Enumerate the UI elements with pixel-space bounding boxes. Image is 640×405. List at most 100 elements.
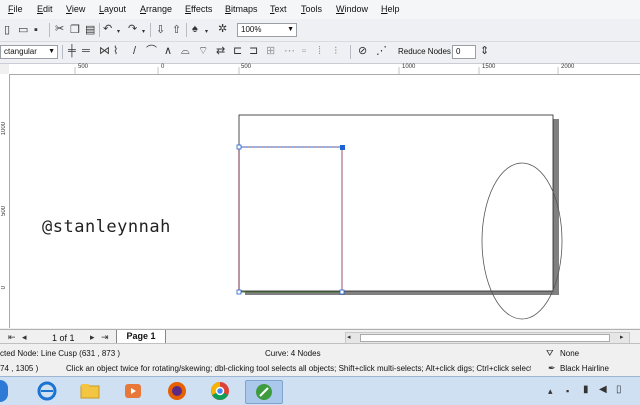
menu-layout[interactable]: Layout [99, 4, 126, 14]
firefox-button[interactable] [162, 380, 192, 402]
import-icon[interactable]: ⇩ [156, 24, 165, 36]
undo-dropdown-icon[interactable]: ▾ [117, 26, 120, 38]
to-line-icon[interactable]: / [133, 45, 136, 57]
menu-help[interactable]: Help [381, 4, 400, 14]
select-all-nodes-icon[interactable]: ⊘ [358, 45, 367, 57]
horizontal-ruler[interactable]: 500 0 500 1000 1500 2000 [9, 64, 640, 75]
menu-view[interactable]: View [66, 4, 85, 14]
menu-edit[interactable]: Edit [37, 4, 53, 14]
elastic-mode-icon[interactable]: ⁝ [334, 45, 338, 57]
fill-status: None [560, 349, 580, 358]
ruler-label: 0 [1, 286, 7, 290]
tray-app-icon[interactable]: ▪ [566, 385, 569, 397]
menu-tools[interactable]: Tools [301, 4, 322, 14]
next-page-icon[interactable]: ▸ [90, 331, 95, 343]
to-curve-icon[interactable]: ⌒ [146, 45, 157, 57]
menu-arrange[interactable]: Arrange [140, 4, 172, 14]
redo-dropdown-icon[interactable]: ▾ [142, 26, 145, 38]
export-icon[interactable]: ⇧ [172, 24, 181, 36]
volume-icon[interactable]: ◀ [599, 384, 607, 396]
cusp-node-icon[interactable]: ∧ [164, 45, 172, 57]
redo-icon[interactable]: ↷ [128, 23, 137, 35]
node-edit-icon[interactable]: ⋰ [376, 45, 387, 57]
vertical-ruler[interactable]: 1000 500 0 [0, 74, 10, 328]
corel-online-icon[interactable]: ✲ [218, 23, 227, 35]
fill-bucket-icon: ⛛ [546, 348, 554, 358]
delete-node-icon[interactable]: ═ [82, 45, 90, 57]
undo-icon[interactable]: ↶ [103, 23, 112, 35]
reduce-nodes-stepper-icon[interactable]: ⇕ [480, 45, 489, 57]
page-navigator-bar: ⇤ ◂ 1 of 1 ▸ ⇥ Page 1 ◂ ▸ [0, 329, 640, 344]
open-folder-icon[interactable]: ▭ [18, 24, 28, 36]
node-info-text: cted Node: Line Cusp (631 , 873 ) [0, 349, 121, 358]
launcher-dropdown-icon[interactable]: ▾ [205, 26, 208, 38]
chrome-icon [211, 382, 229, 400]
toolbar-separator [99, 23, 100, 37]
save-icon[interactable]: ▪ [34, 24, 38, 36]
previous-page-icon[interactable]: ◂ [22, 331, 27, 343]
chevron-down-icon: ▼ [48, 48, 55, 55]
internet-explorer-button[interactable] [32, 380, 62, 402]
page-border [238, 114, 554, 292]
menu-file[interactable]: File [8, 4, 23, 14]
media-player-icon [125, 384, 141, 398]
property-bar: ctangular ▼ ╪ ═ ⋈ ⌇ / ⌒ ∧ ⌓ ⌔ ⇄ ⊏ ⊐ ⊞ ⋯ … [0, 42, 640, 64]
reduce-nodes-input[interactable]: 0 [452, 45, 476, 59]
curve-info-text: Curve: 4 Nodes [265, 349, 321, 358]
extract-subpath-icon[interactable]: ⊐ [249, 45, 258, 57]
zoom-level-value: 100% [241, 25, 262, 34]
ruler-label: 500 [1, 206, 7, 217]
shape-type-combo[interactable]: ctangular ▼ [0, 45, 58, 59]
node [236, 289, 242, 295]
last-page-icon[interactable]: ⇥ [101, 331, 109, 343]
media-player-button[interactable] [118, 380, 148, 402]
zoom-level-combo[interactable]: 100% ▼ [237, 23, 297, 37]
selected-node [340, 145, 345, 150]
hint-text: Click an object twice for rotating/skewi… [66, 364, 531, 373]
align-nodes-icon[interactable]: ⁞ [318, 45, 321, 57]
toolbar-separator [62, 45, 63, 59]
taskbar: ▴ ▪ ▮ ◀ ▯ [0, 376, 640, 405]
smooth-node-icon[interactable]: ⌓ [181, 45, 190, 57]
chevron-down-icon: ▼ [287, 26, 294, 33]
menu-bitmaps[interactable]: Bitmaps [225, 4, 258, 14]
ruler-label: 1000 [1, 122, 7, 136]
internet-explorer-icon [37, 381, 57, 401]
file-explorer-button[interactable] [75, 380, 105, 402]
reduce-nodes-label: Reduce Nodes [398, 47, 451, 56]
copy-icon[interactable]: ❐ [70, 24, 80, 36]
menu-effects[interactable]: Effects [185, 4, 212, 14]
coreldraw-button[interactable] [245, 380, 283, 404]
cut-icon[interactable]: ✂ [55, 23, 64, 35]
application-launcher-icon[interactable]: ♠ [192, 23, 198, 35]
coreldraw-icon [256, 384, 272, 400]
horizontal-ruler-ticks [74, 67, 559, 74]
folder-icon [80, 384, 100, 399]
symmetrical-node-icon[interactable]: ⌔ [198, 45, 208, 57]
paste-icon[interactable]: ▤ [85, 24, 95, 36]
status-bar: cted Node: Line Cusp (631 , 873 ) Curve:… [0, 343, 640, 377]
menu-window[interactable]: Window [336, 4, 368, 14]
extend-curve-icon[interactable]: ⊏ [233, 45, 242, 57]
reverse-direction-icon[interactable]: ⇄ [216, 45, 225, 57]
add-node-icon[interactable]: ╪ [68, 45, 76, 57]
network-icon[interactable]: ▮ [583, 384, 589, 396]
tray-expand-icon[interactable]: ▴ [548, 385, 553, 397]
drawing-canvas[interactable]: @stanleynnah [10, 75, 640, 328]
chrome-button[interactable] [205, 380, 235, 402]
auto-close-icon[interactable]: ⊞ [266, 45, 275, 57]
node [236, 144, 242, 150]
pen-outline-icon: ✒ [548, 363, 556, 373]
notification-icon[interactable]: ▯ [616, 384, 622, 396]
first-page-icon[interactable]: ⇤ [8, 331, 16, 343]
break-curve-icon[interactable]: ⌇ [113, 45, 118, 57]
scrollbar-thumb[interactable] [360, 334, 610, 342]
rotate-nodes-icon[interactable]: ▫ [302, 45, 306, 57]
new-document-icon[interactable]: ▯ [4, 24, 10, 36]
menu-text[interactable]: Text [270, 4, 287, 14]
join-nodes-icon[interactable]: ⋈ [99, 45, 110, 57]
start-button[interactable] [0, 380, 8, 402]
menu-bar: File Edit View Layout Arrange Effects Bi… [0, 0, 640, 19]
stretch-nodes-icon[interactable]: ⋯ [284, 45, 295, 57]
page-tab[interactable]: Page 1 [116, 330, 166, 344]
